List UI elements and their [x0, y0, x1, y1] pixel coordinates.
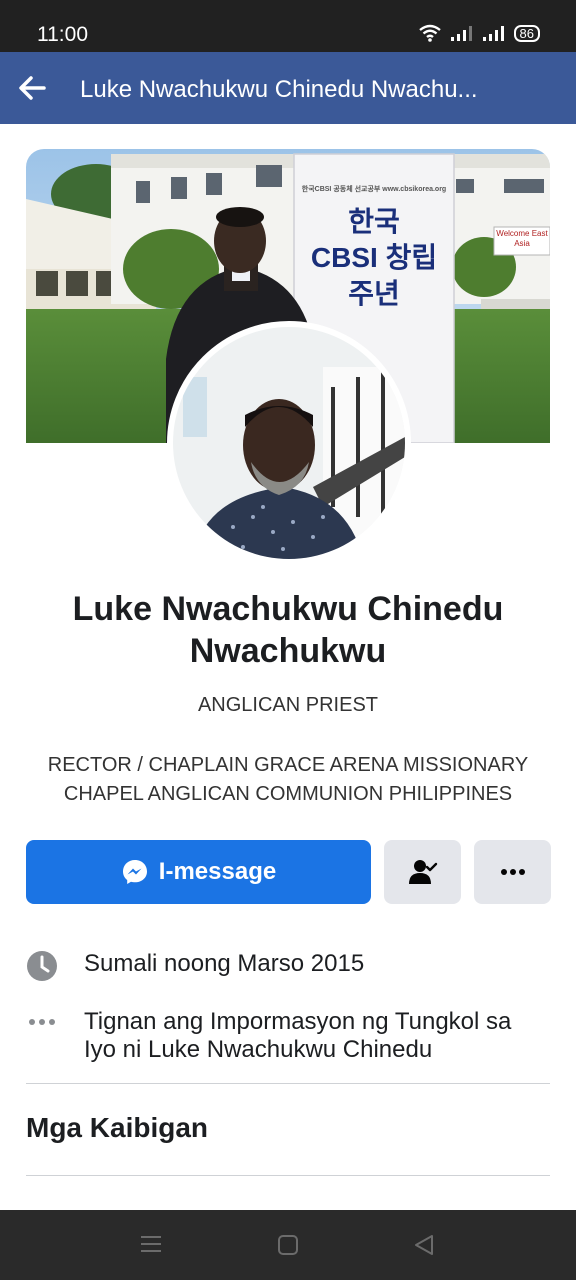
square-icon	[278, 1235, 298, 1255]
system-nav-bar	[0, 1210, 576, 1280]
message-button[interactable]: I-message	[26, 840, 371, 904]
status-bar: 11:00 86	[0, 0, 576, 52]
more-dots-icon	[26, 1008, 58, 1036]
header-title: Luke Nwachukwu Chinedu Nwachu...	[80, 76, 478, 103]
sign-line-1: 한국	[348, 206, 400, 237]
app-header: Luke Nwachukwu Chinedu Nwachu...	[0, 52, 576, 124]
back-arrow-icon	[19, 76, 46, 100]
wifi-icon	[418, 24, 441, 42]
signal-icon	[450, 26, 472, 41]
menu-lines-icon	[141, 1236, 161, 1252]
friends-section-title[interactable]: Mga Kaibigan	[26, 1112, 208, 1144]
clock-icon	[26, 950, 58, 982]
info-row-joined: Sumali noong Marso 2015	[26, 950, 550, 982]
about-link-text[interactable]: Tignan ang Impormasyon ng Tungkol sa Iyo…	[84, 1008, 550, 1064]
profile-bio: RECTOR / CHAPLAIN GRACE ARENA MISSIONARY…	[47, 754, 529, 805]
message-button-label: I-message	[158, 858, 277, 885]
back-nav-button[interactable]	[413, 1234, 435, 1261]
profile-subtitle: ANGLICAN PRIEST	[197, 694, 379, 716]
joined-text: Sumali noong Marso 2015	[84, 950, 365, 977]
profile-name: Luke Nwachukwu Chinedu Nwachukwu	[72, 590, 504, 670]
back-triangle-icon	[415, 1235, 433, 1255]
info-row-about[interactable]: Tignan ang Impormasyon ng Tungkol sa Iyo…	[26, 1008, 550, 1064]
signal-icon-2	[482, 26, 504, 41]
status-time: 11:00	[37, 23, 88, 46]
divider	[26, 1175, 550, 1176]
building-sign: Welcome East Asia	[496, 229, 548, 248]
battery-icon: 86	[513, 24, 540, 42]
messenger-icon	[122, 860, 147, 884]
sign-line-3: 주년	[348, 278, 400, 309]
sign-line-2: CBSI 창립	[310, 242, 438, 273]
home-button[interactable]	[277, 1234, 299, 1261]
recents-button[interactable]	[140, 1234, 162, 1259]
profile-photo[interactable]	[167, 321, 411, 565]
more-options-button[interactable]	[474, 840, 551, 904]
sign-top-text: 한국CBSI 공동체 선교공부 www.cbsikorea.org	[301, 186, 447, 193]
more-horizontal-icon	[500, 869, 525, 875]
divider	[26, 1083, 550, 1084]
friend-check-icon	[408, 860, 437, 884]
status-icons: 86	[418, 24, 540, 42]
back-button[interactable]	[14, 70, 50, 106]
cover-sign-text: 한국CBSI 공동체 선교공부 www.cbsikorea.org 한국 CBS…	[294, 184, 454, 312]
friend-status-button[interactable]	[384, 840, 461, 904]
